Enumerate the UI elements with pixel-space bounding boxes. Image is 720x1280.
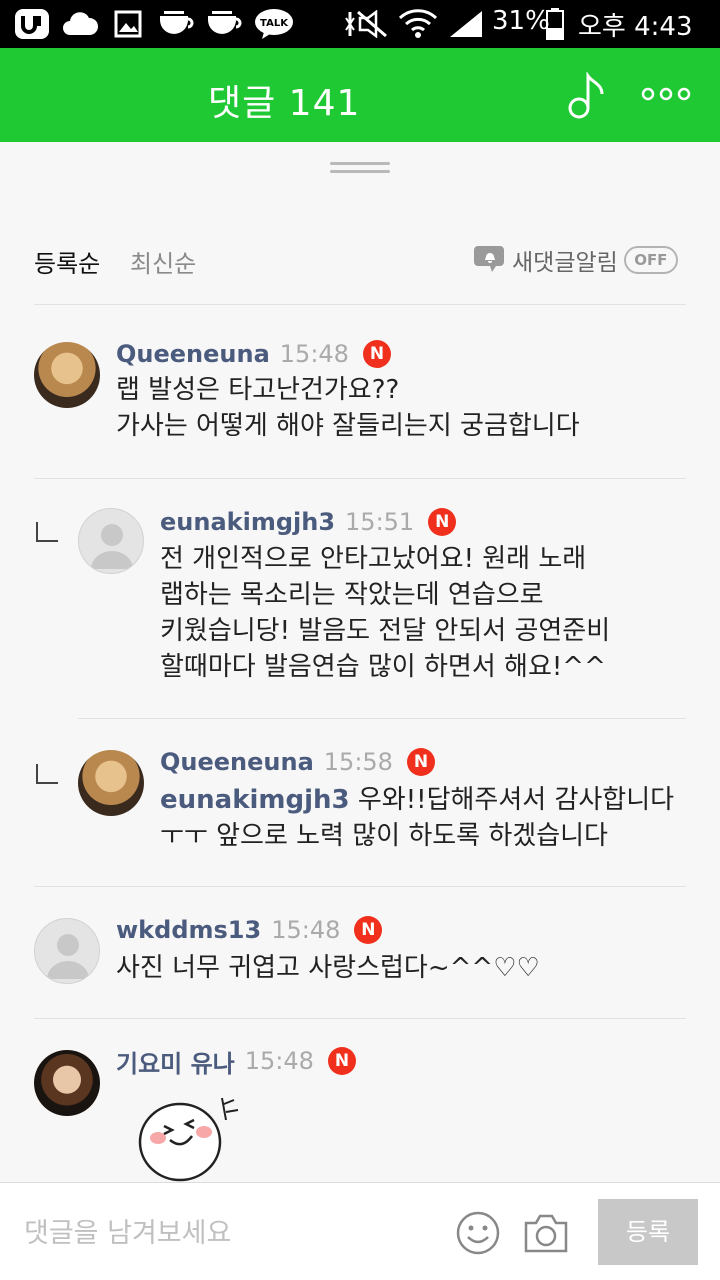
- comment-input[interactable]: [24, 1213, 424, 1253]
- comment-time: 15:58: [323, 748, 393, 776]
- cloud-icon: [62, 8, 98, 40]
- tab-sort-registered[interactable]: 등록순: [34, 244, 100, 279]
- divider: [34, 1018, 686, 1019]
- divider: [34, 478, 686, 479]
- new-badge: N: [406, 748, 435, 776]
- notification-label: 새댓글알림: [512, 250, 618, 276]
- comment-line: 전 개인적으로 안타고났어요! 원래 노래: [160, 544, 587, 574]
- svg-text:TALK: TALK: [260, 18, 289, 29]
- avatar[interactable]: [34, 342, 100, 408]
- app-header: 댓글 141: [0, 48, 720, 142]
- status-bar: TALK 31% 오후 4:43: [0, 0, 720, 48]
- comment-nickname[interactable]: eunakimgjh3: [160, 508, 335, 536]
- new-badge: N: [428, 508, 457, 536]
- toggle-off-badge[interactable]: OFF: [623, 246, 678, 274]
- comment-time: 15:48: [244, 1047, 314, 1075]
- music-note-icon[interactable]: [566, 71, 610, 120]
- comment-text: 전 개인적으로 안타고났어요! 원래 노래 랩하는 목소리는 작았는데 연습으로…: [160, 541, 610, 685]
- signal-icon: [448, 8, 484, 40]
- battery-icon: [546, 8, 564, 40]
- comment-nickname[interactable]: Queeneuna: [160, 748, 314, 776]
- wifi-icon: [398, 8, 438, 40]
- mention-link[interactable]: eunakimgjh3: [160, 785, 350, 815]
- uplus-icon: [14, 8, 50, 40]
- drag-handle[interactable]: [330, 162, 390, 174]
- tab-sort-latest[interactable]: 최신순: [130, 244, 196, 279]
- kakaotalk-icon: TALK: [254, 8, 294, 40]
- comment-line: 우와!!답해주셔서 감사합니다: [357, 785, 675, 815]
- comment-time: 15:51: [345, 508, 415, 536]
- gallery-icon: [114, 8, 142, 40]
- avatar[interactable]: [34, 918, 100, 984]
- comment-line: 랩 발성은 타고난건가요??: [116, 375, 400, 405]
- comment-line: 키웠습니당! 발음도 전달 안되서 공연준비: [160, 616, 611, 646]
- divider: [34, 886, 686, 887]
- new-badge: N: [362, 340, 391, 368]
- comment-input-bar: 등록: [0, 1182, 720, 1280]
- comment-line: 사진 너무 귀엽고 사랑스럽다~^^♡♡: [116, 953, 540, 983]
- sticker-image[interactable]: [136, 1096, 246, 1186]
- bell-icon: [474, 242, 506, 278]
- mute-icon: [344, 8, 390, 40]
- comment-nickname[interactable]: Queeneuna: [116, 340, 270, 368]
- battery-percent: 31%: [492, 6, 550, 36]
- more-options-icon[interactable]: [640, 84, 692, 104]
- page-title: 댓글 141: [208, 83, 361, 124]
- comment-text: eunakimgjh3 우와!!답해주셔서 감사합니다 ㅜㅜ 앞으로 노력 많이…: [160, 782, 674, 854]
- avatar[interactable]: [78, 508, 144, 574]
- reply-arrow-icon: [36, 522, 58, 542]
- comment-text: 사진 너무 귀엽고 사랑스럽다~^^♡♡: [116, 950, 540, 986]
- new-badge: N: [354, 916, 383, 944]
- comment-time: 15:48: [271, 916, 341, 944]
- divider: [34, 304, 686, 305]
- camera-icon[interactable]: [522, 1211, 570, 1255]
- comment-text: 랩 발성은 타고난건가요?? 가사는 어떻게 해야 잘들리는지 궁금합니다: [116, 372, 580, 444]
- avatar[interactable]: [34, 1050, 100, 1116]
- comment-line: 가사는 어떻게 해야 잘들리는지 궁금합니다: [116, 411, 580, 441]
- comment-time: 15:48: [279, 340, 349, 368]
- emoji-icon[interactable]: [456, 1211, 500, 1255]
- avatar[interactable]: [78, 750, 144, 816]
- comment-nickname[interactable]: 기요미 유나: [116, 1044, 235, 1079]
- reply-arrow-icon: [36, 764, 58, 784]
- clock: 오후 4:43: [578, 12, 693, 42]
- new-badge: N: [327, 1047, 356, 1075]
- divider: [78, 718, 686, 719]
- comment-line: ㅜㅜ 앞으로 노력 많이 하도록 하겠습니다: [160, 821, 608, 851]
- coffee-cup-icon: [158, 8, 196, 40]
- comment-nickname[interactable]: wkddms13: [116, 916, 261, 944]
- comment-line: 랩하는 목소리는 작았는데 연습으로: [160, 580, 544, 610]
- new-comment-notification-toggle[interactable]: 새댓글알림 OFF: [474, 244, 678, 276]
- comment-line: 할때마다 발음연습 많이 하면서 해요!^^: [160, 652, 606, 682]
- submit-button[interactable]: 등록: [598, 1199, 698, 1265]
- coffee-cup-icon-2: [206, 8, 244, 40]
